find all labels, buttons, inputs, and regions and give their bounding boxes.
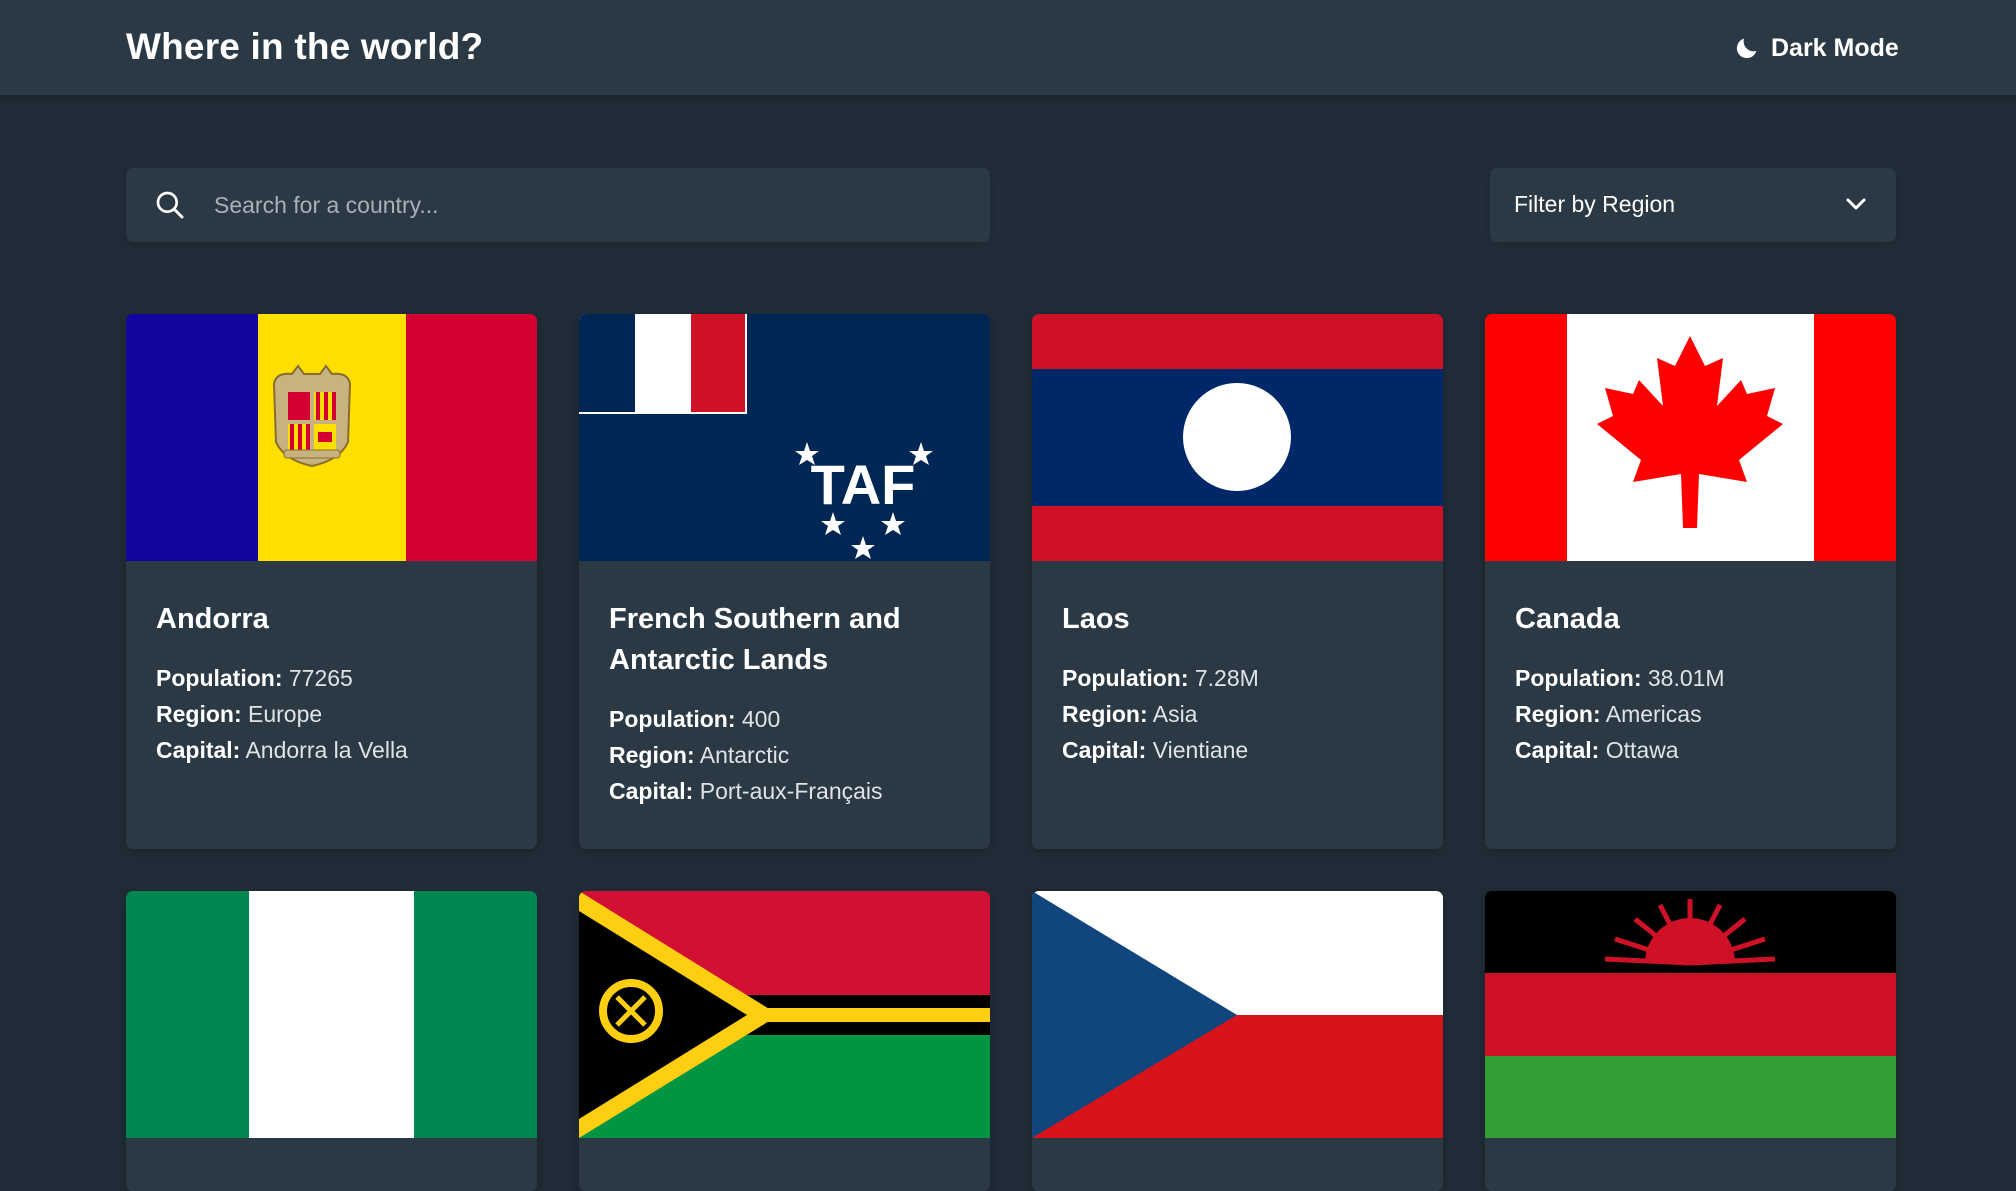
country-name: French Southern and Antarctic Lands bbox=[609, 603, 901, 676]
population-label: Population: bbox=[1062, 665, 1189, 691]
malawi-flag-icon bbox=[1485, 891, 1896, 1138]
region-label: Region: bbox=[156, 701, 242, 727]
population-value: 400 bbox=[741, 706, 781, 732]
region-line: Region: Europe bbox=[156, 696, 507, 732]
country-name: Canada bbox=[1515, 603, 1620, 635]
country-card-andorra[interactable]: Andorra Population: 77265 Region: Europe… bbox=[126, 314, 537, 849]
svg-text:TAF: TAF bbox=[811, 453, 916, 516]
country-card-czechia[interactable] bbox=[1032, 891, 1443, 1191]
population-line: Population: 7.28M bbox=[1062, 660, 1413, 696]
search-input[interactable] bbox=[214, 168, 954, 242]
search-icon bbox=[156, 191, 184, 219]
capital-value: Ottawa bbox=[1605, 737, 1679, 763]
region-value: Americas bbox=[1605, 701, 1702, 727]
capital-label: Capital: bbox=[609, 778, 694, 804]
population-value: 38.01M bbox=[1647, 665, 1725, 691]
region-line: Region: Asia bbox=[1062, 696, 1413, 732]
dark-mode-label: Dark Mode bbox=[1771, 33, 1899, 62]
dark-mode-toggle[interactable]: Dark Mode bbox=[1733, 30, 1899, 66]
nigeria-flag-icon bbox=[126, 891, 537, 1138]
country-card-vanuatu[interactable] bbox=[579, 891, 990, 1191]
canada-flag-icon bbox=[1485, 314, 1896, 561]
region-filter-label: Filter by Region bbox=[1514, 191, 1676, 217]
region-label: Region: bbox=[1515, 701, 1601, 727]
top-bar: Where in the world? Dark Mode bbox=[0, 0, 2016, 95]
country-card-french-southern-lands[interactable]: TAF French Southern and Antarctic Lands … bbox=[579, 314, 990, 849]
country-card-laos[interactable]: Laos Population: 7.28M Region: Asia Capi… bbox=[1032, 314, 1443, 849]
population-line: Population: 400 bbox=[609, 701, 960, 737]
capital-label: Capital: bbox=[156, 737, 241, 763]
capital-line: Capital: Vientiane bbox=[1062, 732, 1413, 768]
capital-label: Capital: bbox=[1515, 737, 1600, 763]
vanuatu-flag-icon bbox=[579, 891, 990, 1138]
region-filter-dropdown[interactable]: Filter by Region bbox=[1490, 168, 1896, 242]
capital-value: Andorra la Vella bbox=[245, 737, 408, 763]
country-card-malawi[interactable] bbox=[1485, 891, 1896, 1191]
french-southern-lands-flag-icon: TAF bbox=[579, 314, 990, 561]
region-line: Region: Americas bbox=[1515, 696, 1866, 732]
population-label: Population: bbox=[156, 665, 283, 691]
page-title: Where in the world? bbox=[126, 26, 484, 67]
region-label: Region: bbox=[609, 742, 695, 768]
population-label: Population: bbox=[1515, 665, 1642, 691]
country-name: Laos bbox=[1062, 603, 1130, 635]
population-line: Population: 77265 bbox=[156, 660, 507, 696]
population-label: Population: bbox=[609, 706, 736, 732]
region-value: Asia bbox=[1152, 701, 1198, 727]
andorra-flag-icon bbox=[126, 314, 537, 561]
capital-line: Capital: Ottawa bbox=[1515, 732, 1866, 768]
capital-value: Port-aux-Français bbox=[699, 778, 883, 804]
laos-flag-icon bbox=[1032, 314, 1443, 561]
country-name: Andorra bbox=[156, 603, 269, 635]
region-value: Europe bbox=[248, 701, 323, 727]
search-box bbox=[126, 168, 990, 242]
region-label: Region: bbox=[1062, 701, 1148, 727]
population-line: Population: 38.01M bbox=[1515, 660, 1866, 696]
population-value: 7.28M bbox=[1194, 665, 1259, 691]
capital-line: Capital: Andorra la Vella bbox=[156, 732, 507, 768]
capital-line: Capital: Port-aux-Français bbox=[609, 773, 960, 809]
chevron-down-icon bbox=[1846, 198, 1866, 210]
czechia-flag-icon bbox=[1032, 891, 1443, 1138]
country-card-nigeria[interactable] bbox=[126, 891, 537, 1191]
population-value: 77265 bbox=[288, 665, 353, 691]
region-line: Region: Antarctic bbox=[609, 737, 960, 773]
moon-icon bbox=[1736, 38, 1757, 59]
capital-value: Vientiane bbox=[1152, 737, 1249, 763]
region-value: Antarctic bbox=[699, 742, 790, 768]
capital-label: Capital: bbox=[1062, 737, 1147, 763]
country-card-canada[interactable]: Canada Population: 38.01M Region: Americ… bbox=[1485, 314, 1896, 849]
